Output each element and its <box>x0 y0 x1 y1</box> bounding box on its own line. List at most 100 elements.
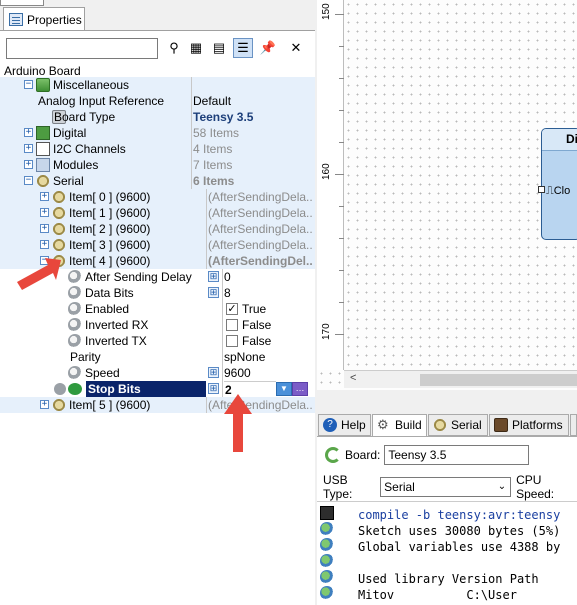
column-splitter[interactable] <box>191 93 192 109</box>
property-editor-icon[interactable]: ⊞ <box>208 383 219 394</box>
property-value[interactable]: 4 Items <box>193 141 312 157</box>
clock-pin[interactable]: ⎍Clo <box>546 185 570 198</box>
tab-properties[interactable]: Properties <box>3 7 85 31</box>
property-value[interactable]: 8 <box>224 285 312 301</box>
expand-icon[interactable]: + <box>24 160 33 169</box>
tab-serial[interactable]: Serial <box>428 414 488 436</box>
property-value[interactable]: (AfterSendingDel... <box>208 253 312 269</box>
column-splitter[interactable] <box>222 365 223 381</box>
expand-icon[interactable]: + <box>40 400 49 409</box>
collapse-all-icon[interactable]: ▤ <box>209 38 229 58</box>
ellipsis-button[interactable]: … <box>292 382 308 396</box>
checkbox[interactable] <box>226 335 238 347</box>
column-splitter[interactable] <box>191 125 192 141</box>
expand-icon[interactable]: + <box>40 192 49 201</box>
property-value[interactable]: Teensy 3.5 <box>193 109 312 125</box>
property-row[interactable]: Speed ⊞ 9600 <box>0 365 315 381</box>
expand-icon[interactable]: + <box>24 144 33 153</box>
column-splitter[interactable] <box>222 333 223 349</box>
column-splitter[interactable] <box>206 253 207 269</box>
column-splitter[interactable] <box>222 317 223 333</box>
property-value[interactable]: (AfterSendingDela... <box>208 237 312 253</box>
column-splitter[interactable] <box>191 173 192 189</box>
pin-icon[interactable]: 📌 <box>258 38 278 58</box>
component-block[interactable]: Di ⎍Clo <box>541 128 577 240</box>
column-splitter[interactable] <box>191 141 192 157</box>
property-value[interactable]: False <box>242 333 312 349</box>
property-editor-icon[interactable]: ⊞ <box>208 367 219 378</box>
property-row[interactable]: + Modules 7 Items <box>0 157 315 173</box>
column-splitter[interactable] <box>222 349 223 365</box>
scroll-left-icon[interactable]: < <box>350 372 356 384</box>
refresh-icon[interactable] <box>325 447 341 463</box>
property-value[interactable]: spNone <box>224 349 312 365</box>
column-splitter[interactable] <box>222 301 223 317</box>
property-row[interactable]: − Serial 6 Items <box>0 173 315 189</box>
property-filter-input[interactable] <box>6 38 158 59</box>
property-editor-icon[interactable]: ⊞ <box>208 287 219 298</box>
property-row[interactable]: Analog Input Reference Default <box>0 93 315 109</box>
property-value[interactable]: 6 Items <box>193 173 312 189</box>
expand-icon[interactable]: + <box>24 128 33 137</box>
property-row[interactable]: Inverted TX False <box>0 333 315 349</box>
property-row[interactable]: Stop Bits ⊞ 2 ▼… <box>0 381 315 397</box>
expand-icon[interactable]: + <box>40 240 49 249</box>
column-splitter[interactable] <box>222 269 223 285</box>
property-row[interactable]: Parity spNone <box>0 349 315 365</box>
property-row[interactable]: + Item[ 5 ] (9600) (AfterSendingDela... <box>0 397 315 413</box>
column-splitter[interactable] <box>206 221 207 237</box>
property-value[interactable]: 58 Items <box>193 125 312 141</box>
property-row[interactable]: + I2C Channels 4 Items <box>0 141 315 157</box>
property-value[interactable]: True <box>242 301 312 317</box>
property-row[interactable]: Enabled ✓ True <box>0 301 315 317</box>
property-row[interactable]: − Miscellaneous <box>0 77 315 93</box>
expand-icon[interactable]: + <box>40 208 49 217</box>
collapse-icon[interactable]: − <box>24 176 33 185</box>
tab-overflow[interactable] <box>570 414 577 436</box>
column-splitter[interactable] <box>191 157 192 173</box>
property-value[interactable]: 9600 <box>224 365 312 381</box>
column-splitter[interactable] <box>206 397 207 413</box>
board-select[interactable]: Teensy 3.5 <box>384 445 530 465</box>
property-value[interactable]: (AfterSendingDela... <box>208 221 312 237</box>
column-splitter[interactable] <box>206 205 207 221</box>
checkbox[interactable] <box>226 319 238 331</box>
property-value[interactable]: False <box>242 317 312 333</box>
column-splitter[interactable] <box>206 189 207 205</box>
property-value[interactable]: (AfterSendingDela... <box>208 205 312 221</box>
property-editor-icon[interactable]: ⊞ <box>208 271 219 282</box>
scroll-thumb[interactable] <box>420 374 577 386</box>
column-splitter[interactable] <box>222 285 223 301</box>
tab-build[interactable]: ⚙ Build <box>372 414 427 437</box>
property-value[interactable]: Default <box>193 93 312 109</box>
design-canvas[interactable]: 150 160 170 Di ⎍Clo < <box>317 0 577 390</box>
tab-platforms[interactable]: Platforms <box>489 414 569 436</box>
column-splitter[interactable] <box>206 237 207 253</box>
filter-icon[interactable]: ⚲ <box>164 38 184 58</box>
build-output[interactable]: compile -b teensy:avr:teensy Sketch uses … <box>317 501 577 605</box>
property-value[interactable]: (AfterSendingDela... <box>208 189 312 205</box>
property-row[interactable]: Board Type Teensy 3.5 <box>0 109 315 125</box>
tools-icon[interactable]: ✕ <box>286 38 306 58</box>
usb-type-select[interactable]: Serial ⌄ <box>380 477 512 497</box>
property-row[interactable]: + Digital 58 Items <box>0 125 315 141</box>
property-value[interactable]: 0 <box>224 269 312 285</box>
horizontal-scrollbar[interactable]: < <box>344 370 577 388</box>
property-value[interactable] <box>193 77 312 93</box>
property-row[interactable]: + Item[ 1 ] (9600) (AfterSendingDela... <box>0 205 315 221</box>
expand-icon[interactable]: + <box>40 224 49 233</box>
tab-help[interactable]: ? Help <box>318 414 371 436</box>
property-row[interactable]: + Item[ 3 ] (9600) (AfterSendingDela... <box>0 237 315 253</box>
categorized-view-icon[interactable]: ☰ <box>233 38 253 58</box>
column-splitter[interactable] <box>191 77 192 93</box>
column-splitter[interactable] <box>191 109 192 125</box>
property-row[interactable]: + Item[ 0 ] (9600) (AfterSendingDela... <box>0 189 315 205</box>
upper-tab-stub[interactable] <box>0 0 44 6</box>
pin-connector[interactable] <box>538 186 545 193</box>
property-row[interactable]: Inverted RX False <box>0 317 315 333</box>
property-row[interactable]: + Item[ 2 ] (9600) (AfterSendingDela... <box>0 221 315 237</box>
property-value[interactable]: 7 Items <box>193 157 312 173</box>
collapse-icon[interactable]: − <box>24 80 33 89</box>
dropdown-button[interactable]: ▼ <box>276 382 292 396</box>
expand-all-icon[interactable]: ▦ <box>186 38 206 58</box>
